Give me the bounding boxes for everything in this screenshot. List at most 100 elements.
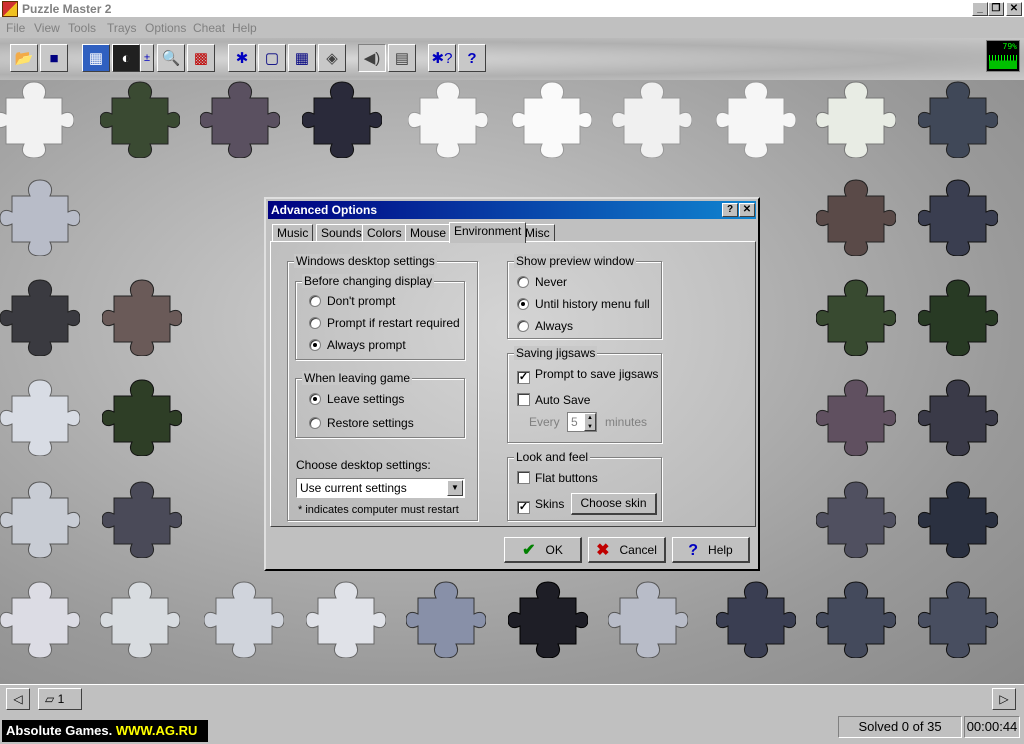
radio-indicator[interactable] [309, 417, 321, 429]
tray-icon[interactable]: ▤ [388, 44, 416, 72]
puzzle-piece[interactable] [816, 580, 896, 658]
radio-prompt-if-restart[interactable]: Prompt if restart required [309, 316, 460, 330]
puzzle-piece[interactable] [102, 278, 182, 356]
zoom-level-icon[interactable]: ± [140, 44, 154, 72]
tab-environment[interactable]: Environment [449, 222, 527, 243]
radio-always-prompt[interactable]: Always prompt [309, 338, 406, 352]
puzzle-piece[interactable] [408, 80, 488, 158]
folder-open-icon[interactable]: 📂 [10, 44, 38, 72]
palette-icon[interactable]: ▩ [187, 44, 215, 72]
puzzle-piece[interactable] [100, 80, 180, 158]
preview-icon[interactable]: ◐ [112, 44, 140, 72]
app-icon[interactable] [2, 1, 18, 17]
magnify-icon[interactable]: 🔍 [157, 44, 185, 72]
puzzle-piece[interactable] [0, 178, 80, 256]
puzzle-piece[interactable] [102, 480, 182, 558]
checkbox-indicator[interactable] [517, 471, 530, 484]
puzzle-piece[interactable] [0, 378, 80, 456]
puzzle-piece[interactable] [406, 580, 486, 658]
radio-dont-prompt[interactable]: Don't prompt [309, 294, 395, 308]
puzzle-piece[interactable] [816, 278, 896, 356]
cancel-button[interactable]: ✖ Cancel [588, 537, 666, 563]
puzzle-piece[interactable] [0, 480, 80, 558]
tray-prev-button[interactable]: ◁ [6, 688, 30, 710]
tab-sounds[interactable]: Sounds [316, 224, 367, 242]
puzzle-piece[interactable] [816, 80, 896, 158]
puzzle-piece[interactable] [508, 580, 588, 658]
close-button[interactable]: ✕ [1006, 2, 1022, 16]
puzzle-piece[interactable] [0, 80, 74, 158]
desktop-settings-select[interactable]: Use current settings ▼ [296, 478, 465, 498]
puzzle-piece[interactable] [306, 580, 386, 658]
puzzle-piece[interactable] [816, 480, 896, 558]
dialog-help-icon[interactable]: ? [722, 203, 738, 217]
tab-music[interactable]: Music [272, 224, 314, 242]
menu-tools[interactable]: Tools [68, 21, 96, 35]
radio-leave-settings[interactable]: Leave settings [309, 392, 404, 406]
radio-preview-until-history[interactable]: Until history menu full [517, 297, 650, 311]
piece-icon[interactable]: ✱ [228, 44, 256, 72]
tab-mouse[interactable]: Mouse [405, 224, 452, 242]
maximize-button[interactable]: ❐ [988, 2, 1004, 16]
radio-indicator[interactable] [309, 393, 321, 405]
menu-options[interactable]: Options [145, 21, 186, 35]
puzzle-piece[interactable] [918, 580, 998, 658]
puzzle-piece[interactable] [512, 80, 592, 158]
puzzle-piece[interactable] [612, 80, 692, 158]
puzzle-help-icon[interactable]: ✱? [428, 44, 456, 72]
tab-colors[interactable]: Colors [362, 224, 407, 242]
radio-indicator[interactable] [517, 276, 529, 288]
puzzle-piece[interactable] [918, 378, 998, 456]
checkbox-skins[interactable]: ✓ Skins [517, 497, 564, 514]
check-icon[interactable]: ✓ [517, 371, 530, 384]
checkbox-auto-save[interactable]: Auto Save [517, 393, 590, 407]
radio-indicator[interactable] [517, 298, 529, 310]
dialog-close-icon[interactable]: ✕ [739, 203, 755, 217]
checkbox-flat-buttons[interactable]: Flat buttons [517, 471, 598, 485]
radio-preview-never[interactable]: Never [517, 275, 567, 289]
puzzle-piece[interactable] [102, 378, 182, 456]
puzzle-piece[interactable] [100, 580, 180, 658]
tray-selector[interactable]: ▱ 1 [38, 688, 82, 710]
border-icon[interactable]: ▢ [258, 44, 286, 72]
puzzle-piece[interactable] [0, 580, 80, 658]
menu-cheat[interactable]: Cheat [193, 21, 225, 35]
sound-icon[interactable]: ◀) [358, 44, 386, 72]
puzzle-piece[interactable] [200, 80, 280, 158]
puzzle-piece[interactable] [608, 580, 688, 658]
stepper-arrows-icon[interactable]: ▲ ▼ [584, 413, 596, 431]
minimize-button[interactable]: _ [972, 2, 988, 16]
radio-preview-always[interactable]: Always [517, 319, 573, 333]
puzzle-piece[interactable] [918, 480, 998, 558]
menu-file[interactable]: File [6, 21, 25, 35]
tray-next-button[interactable]: ▷ [992, 688, 1016, 710]
puzzle-piece[interactable] [918, 278, 998, 356]
puzzle-piece[interactable] [716, 80, 796, 158]
radio-indicator[interactable] [309, 317, 321, 329]
help-icon[interactable]: ? [458, 44, 486, 72]
radio-indicator[interactable] [309, 339, 321, 351]
puzzle-piece[interactable] [302, 80, 382, 158]
scatter-icon[interactable]: ◈ [318, 44, 346, 72]
menu-view[interactable]: View [34, 21, 60, 35]
puzzle-piece[interactable] [918, 80, 998, 158]
help-button[interactable]: ? Help [672, 537, 750, 563]
menu-help[interactable]: Help [232, 21, 257, 35]
radio-indicator[interactable] [309, 295, 321, 307]
puzzle-piece[interactable] [918, 178, 998, 256]
ok-button[interactable]: ✔ OK [504, 537, 582, 563]
puzzle-piece[interactable] [716, 580, 796, 658]
puzzle-piece[interactable] [816, 378, 896, 456]
autosave-interval-stepper[interactable]: 5 ▲ ▼ [567, 412, 597, 432]
puzzle-piece[interactable] [816, 178, 896, 256]
checkbox-prompt-save[interactable]: ✓ Prompt to save jigsaws [517, 367, 658, 384]
puzzle-piece[interactable] [0, 278, 80, 356]
menu-trays[interactable]: Trays [107, 21, 137, 35]
choose-skin-button[interactable]: Choose skin [571, 493, 657, 515]
grid-icon[interactable]: ▦ [288, 44, 316, 72]
check-icon[interactable]: ✓ [517, 501, 530, 514]
checkbox-indicator[interactable] [517, 393, 530, 406]
chevron-down-icon[interactable]: ▼ [447, 480, 463, 496]
image-icon[interactable]: ▦ [82, 44, 110, 72]
radio-restore-settings[interactable]: Restore settings [309, 416, 414, 430]
